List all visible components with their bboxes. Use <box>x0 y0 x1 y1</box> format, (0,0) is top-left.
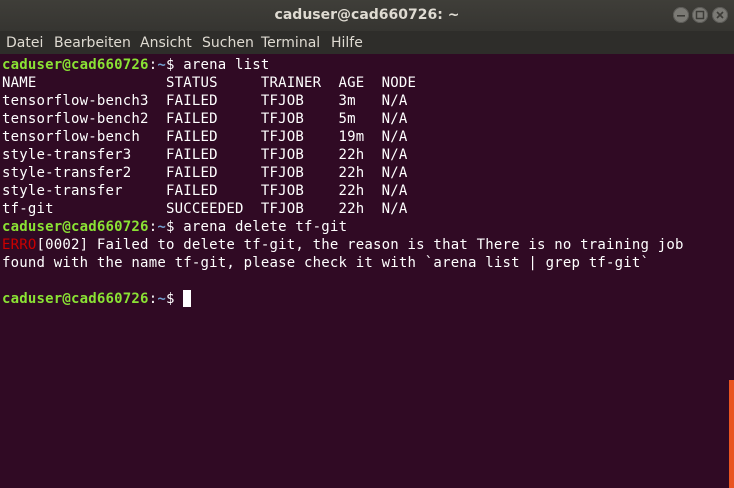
table-header: NAME STATUS TRAINER AGE NODE <box>2 75 417 91</box>
prompt-dollar: $ <box>165 291 184 307</box>
prompt-dollar: $ <box>165 57 184 73</box>
error-line-1: ERRO[0002] Failed to delete tf-git, the … <box>2 236 684 254</box>
error-tag: ERRO <box>2 237 37 253</box>
prompt-user: caduser@cad660726 <box>2 219 149 235</box>
scrollbar-thumb[interactable] <box>729 380 734 488</box>
table-row: tensorflow-bench3 FAILED TFJOB 3m N/A <box>2 93 408 109</box>
table-row: style-transfer2 FAILED TFJOB 22h N/A <box>2 165 408 181</box>
menu-terminal[interactable]: Terminal <box>261 35 320 51</box>
maximize-button[interactable] <box>692 7 708 23</box>
menu-bar: Datei Bearbeiten Ansicht Suchen Terminal… <box>0 31 734 54</box>
prompt-user: caduser@cad660726 <box>2 291 149 307</box>
table-row: tensorflow-bench2 FAILED TFJOB 5m N/A <box>2 111 408 127</box>
prompt-user: caduser@cad660726 <box>2 57 149 73</box>
maximize-icon <box>695 10 705 20</box>
minimize-icon <box>677 15 685 17</box>
prompt-path: ~ <box>157 291 166 307</box>
menu-ansicht[interactable]: Ansicht <box>140 35 192 51</box>
table-row: tf-git SUCCEEDED TFJOB 22h N/A <box>2 201 408 217</box>
menu-bearbeiten[interactable]: Bearbeiten <box>54 35 131 51</box>
minimize-button[interactable] <box>673 7 689 23</box>
menu-datei[interactable]: Datei <box>6 35 43 51</box>
close-button[interactable] <box>712 7 728 23</box>
close-icon <box>716 11 724 19</box>
prompt-path: ~ <box>157 57 166 73</box>
command-text: arena list <box>183 57 270 73</box>
table-row: style-transfer3 FAILED TFJOB 22h N/A <box>2 147 408 163</box>
terminal-window: caduser@cad660726: ~ Datei Bearbeiten An… <box>0 0 734 488</box>
error-line-2: found with the name tf-git, please check… <box>2 255 650 271</box>
error-message: [0002] Failed to delete tf-git, the reas… <box>36 237 684 253</box>
command-line-2: caduser@cad660726:~$ arena delete tf-git <box>2 218 347 236</box>
table-row: tensorflow-bench FAILED TFJOB 19m N/A <box>2 129 408 145</box>
terminal-area[interactable]: caduser@cad660726:~$ arena list NAME STA… <box>0 54 734 488</box>
prompt-dollar: $ <box>165 219 184 235</box>
current-prompt-line[interactable]: caduser@cad660726:~$ <box>2 290 192 308</box>
text-cursor <box>183 290 192 307</box>
menu-hilfe[interactable]: Hilfe <box>331 35 363 51</box>
command-line-1: caduser@cad660726:~$ arena list <box>2 56 270 74</box>
prompt-path: ~ <box>157 219 166 235</box>
window-title: caduser@cad660726: ~ <box>274 7 460 23</box>
title-bar[interactable]: caduser@cad660726: ~ <box>0 0 734 31</box>
menu-suchen[interactable]: Suchen <box>202 35 254 51</box>
command-text: arena delete tf-git <box>183 219 348 235</box>
table-row: style-transfer FAILED TFJOB 22h N/A <box>2 183 408 199</box>
